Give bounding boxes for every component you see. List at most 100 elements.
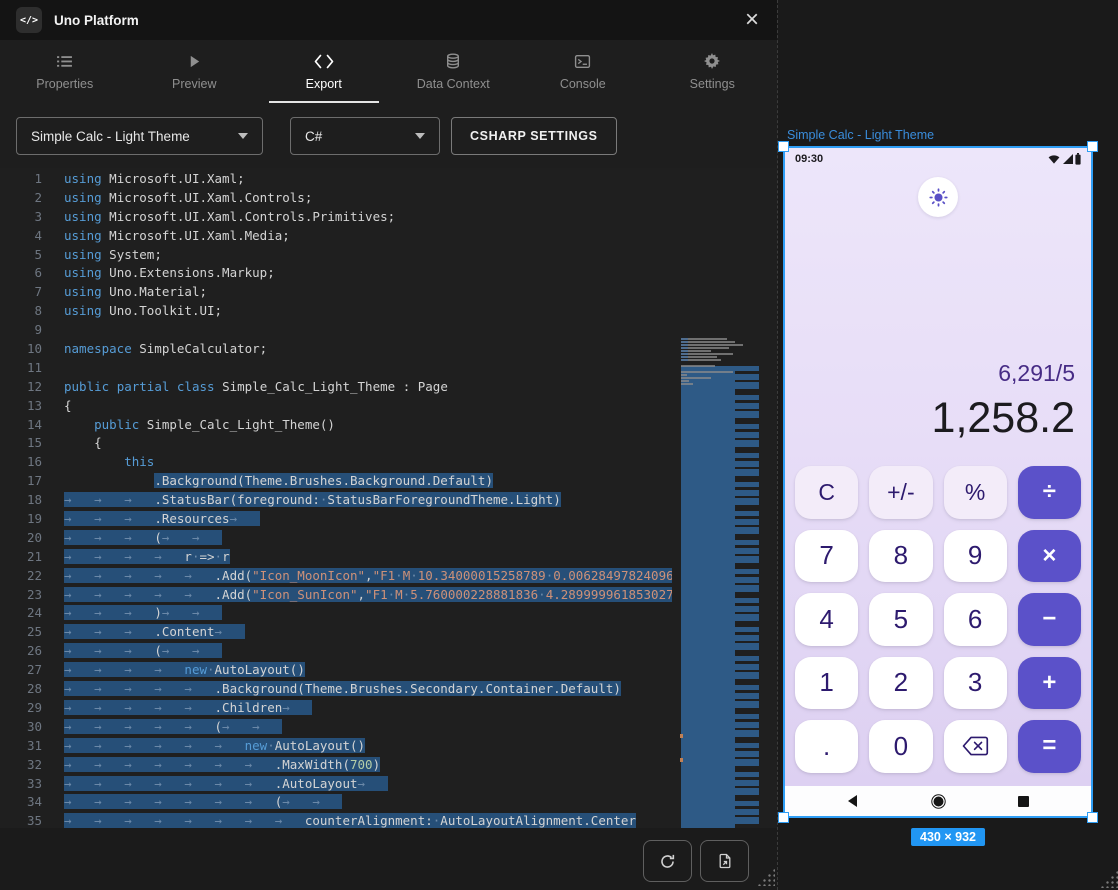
editor-scrollbar[interactable] xyxy=(762,336,775,828)
tab-properties[interactable]: Properties xyxy=(0,40,130,103)
csharp-settings-button[interactable]: CSHARP SETTINGS xyxy=(451,117,617,155)
close-icon[interactable]: × xyxy=(743,8,761,32)
code-line-34[interactable]: 34→ → → → → → → (→ → xyxy=(0,793,672,812)
key-divide[interactable]: ÷ xyxy=(1018,466,1081,519)
minimap-code-line xyxy=(681,353,733,355)
code-line-28[interactable]: 28→ → → → → .Background(Theme.Brushes.Se… xyxy=(0,680,672,699)
tab-preview[interactable]: Preview xyxy=(130,40,260,103)
code-line-31[interactable]: 31→ → → → → → new·AutoLayout() xyxy=(0,737,672,756)
line-number: 26 xyxy=(0,642,42,661)
code-line-22[interactable]: 22→ → → → → .Add("Icon_MoonIcon","F1·M·1… xyxy=(0,567,672,586)
line-number: 11 xyxy=(0,359,42,378)
key-1[interactable]: 1 xyxy=(795,657,858,710)
minimap-code-line xyxy=(681,356,717,358)
key-0[interactable]: 0 xyxy=(869,720,932,773)
code-line-4[interactable]: 4using Microsoft.UI.Xaml.Media; xyxy=(0,227,672,246)
code-line-35[interactable]: 35→ → → → → → → → counterAlignment:·Auto… xyxy=(0,812,672,828)
key-2[interactable]: 2 xyxy=(869,657,932,710)
code-line-19[interactable]: 19→ → → .Resources→ xyxy=(0,510,672,529)
line-number: 4 xyxy=(0,227,42,246)
key-3[interactable]: 3 xyxy=(944,657,1007,710)
export-toolbar: Simple Calc - Light Theme C# CSHARP SETT… xyxy=(0,103,777,168)
code-editor[interactable]: 1using Microsoft.UI.Xaml;2using Microsof… xyxy=(0,168,777,828)
key-multiply[interactable]: × xyxy=(1018,530,1081,583)
code-line-16[interactable]: 16 this xyxy=(0,453,672,472)
code-line-30[interactable]: 30→ → → → → (→ → xyxy=(0,718,672,737)
backspace-icon xyxy=(962,736,989,756)
code-line-12[interactable]: 12public partial class Simple_Calc_Light… xyxy=(0,378,672,397)
key-plus[interactable]: + xyxy=(1018,657,1081,710)
key-backspace[interactable] xyxy=(944,720,1007,773)
code-line-26[interactable]: 26→ → → (→ → xyxy=(0,642,672,661)
key-8[interactable]: 8 xyxy=(869,530,932,583)
code-line-7[interactable]: 7using Uno.Material; xyxy=(0,283,672,302)
tab-data-context[interactable]: Data Context xyxy=(389,40,519,103)
key-minus[interactable]: − xyxy=(1018,593,1081,646)
export-file-button[interactable] xyxy=(700,840,749,882)
code-line-5[interactable]: 5using System; xyxy=(0,246,672,265)
tab-export[interactable]: Export xyxy=(259,40,389,103)
language-select[interactable]: C# xyxy=(290,117,440,155)
theme-toggle-button[interactable] xyxy=(918,177,958,217)
resize-handle-top-left[interactable] xyxy=(778,141,789,152)
code-line-21[interactable]: 21→ → → → r·=>·r xyxy=(0,548,672,567)
code-line-15[interactable]: 15 { xyxy=(0,434,672,453)
tab-settings[interactable]: Settings xyxy=(648,40,778,103)
refresh-button[interactable] xyxy=(643,840,692,882)
code-line-8[interactable]: 8using Uno.Toolkit.UI; xyxy=(0,302,672,321)
key-clear[interactable]: C xyxy=(795,466,858,519)
line-number: 2 xyxy=(0,189,42,208)
minimap-selection xyxy=(681,366,735,828)
tab-console[interactable]: Console xyxy=(518,40,648,103)
line-number: 28 xyxy=(0,680,42,699)
code-line-29[interactable]: 29→ → → → → .Children→ xyxy=(0,699,672,718)
key-9[interactable]: 9 xyxy=(944,530,1007,583)
code-line-1[interactable]: 1using Microsoft.UI.Xaml; xyxy=(0,170,672,189)
code-line-10[interactable]: 10namespace SimpleCalculator; xyxy=(0,340,672,359)
status-icons xyxy=(1048,153,1081,165)
key-dot[interactable]: . xyxy=(795,720,858,773)
line-number: 5 xyxy=(0,246,42,265)
theme-select[interactable]: Simple Calc - Light Theme xyxy=(16,117,263,155)
line-number: 17 xyxy=(0,472,42,491)
nav-back-icon[interactable] xyxy=(847,795,859,807)
code-line-17[interactable]: 17 .Background(Theme.Brushes.Background.… xyxy=(0,472,672,491)
phone-preview[interactable]: 09:30 xyxy=(783,146,1093,818)
code-line-25[interactable]: 25→ → → .Content→ xyxy=(0,623,672,642)
key-7[interactable]: 7 xyxy=(795,530,858,583)
key-equals[interactable]: = xyxy=(1018,720,1081,773)
code-line-3[interactable]: 3using Microsoft.UI.Xaml.Controls.Primit… xyxy=(0,208,672,227)
device-label[interactable]: Simple Calc - Light Theme xyxy=(787,128,934,142)
window-resize-grip[interactable] xyxy=(1100,870,1118,888)
code-line-2[interactable]: 2using Microsoft.UI.Xaml.Controls; xyxy=(0,189,672,208)
code-line-14[interactable]: 14 public Simple_Calc_Light_Theme() xyxy=(0,416,672,435)
phone-status-bar: 09:30 xyxy=(785,148,1091,170)
code-line-6[interactable]: 6using Uno.Extensions.Markup; xyxy=(0,264,672,283)
resize-handle-bottom-right[interactable] xyxy=(1087,812,1098,823)
code-line-27[interactable]: 27→ → → → new·AutoLayout() xyxy=(0,661,672,680)
code-line-9[interactable]: 9 xyxy=(0,321,672,340)
resize-handle-top-right[interactable] xyxy=(1087,141,1098,152)
code-line-11[interactable]: 11 xyxy=(0,359,672,378)
key-5[interactable]: 5 xyxy=(869,593,932,646)
key-percent[interactable]: % xyxy=(944,466,1007,519)
tab-label: Console xyxy=(560,77,606,91)
code-line-24[interactable]: 24→ → → )→ → xyxy=(0,604,672,623)
refresh-icon xyxy=(659,853,676,870)
code-line-32[interactable]: 32→ → → → → → → .MaxWidth(700) xyxy=(0,756,672,775)
nav-recents-icon[interactable] xyxy=(1018,796,1029,807)
line-number: 31 xyxy=(0,737,42,756)
key-negate[interactable]: +/- xyxy=(869,466,932,519)
minimap-code-line xyxy=(681,374,687,376)
code-line-33[interactable]: 33→ → → → → → → .AutoLayout→ xyxy=(0,775,672,794)
code-line-18[interactable]: 18→ → → .StatusBar(foreground:·StatusBar… xyxy=(0,491,672,510)
panel-resize-grip[interactable] xyxy=(757,868,775,886)
key-4[interactable]: 4 xyxy=(795,593,858,646)
minimap[interactable] xyxy=(681,336,759,828)
nav-home-icon[interactable] xyxy=(931,794,946,809)
key-6[interactable]: 6 xyxy=(944,593,1007,646)
code-line-20[interactable]: 20→ → → (→ → xyxy=(0,529,672,548)
code-line-13[interactable]: 13{ xyxy=(0,397,672,416)
code-line-23[interactable]: 23→ → → → → .Add("Icon_SunIcon","F1·M·5.… xyxy=(0,586,672,605)
resize-handle-bottom-left[interactable] xyxy=(778,812,789,823)
